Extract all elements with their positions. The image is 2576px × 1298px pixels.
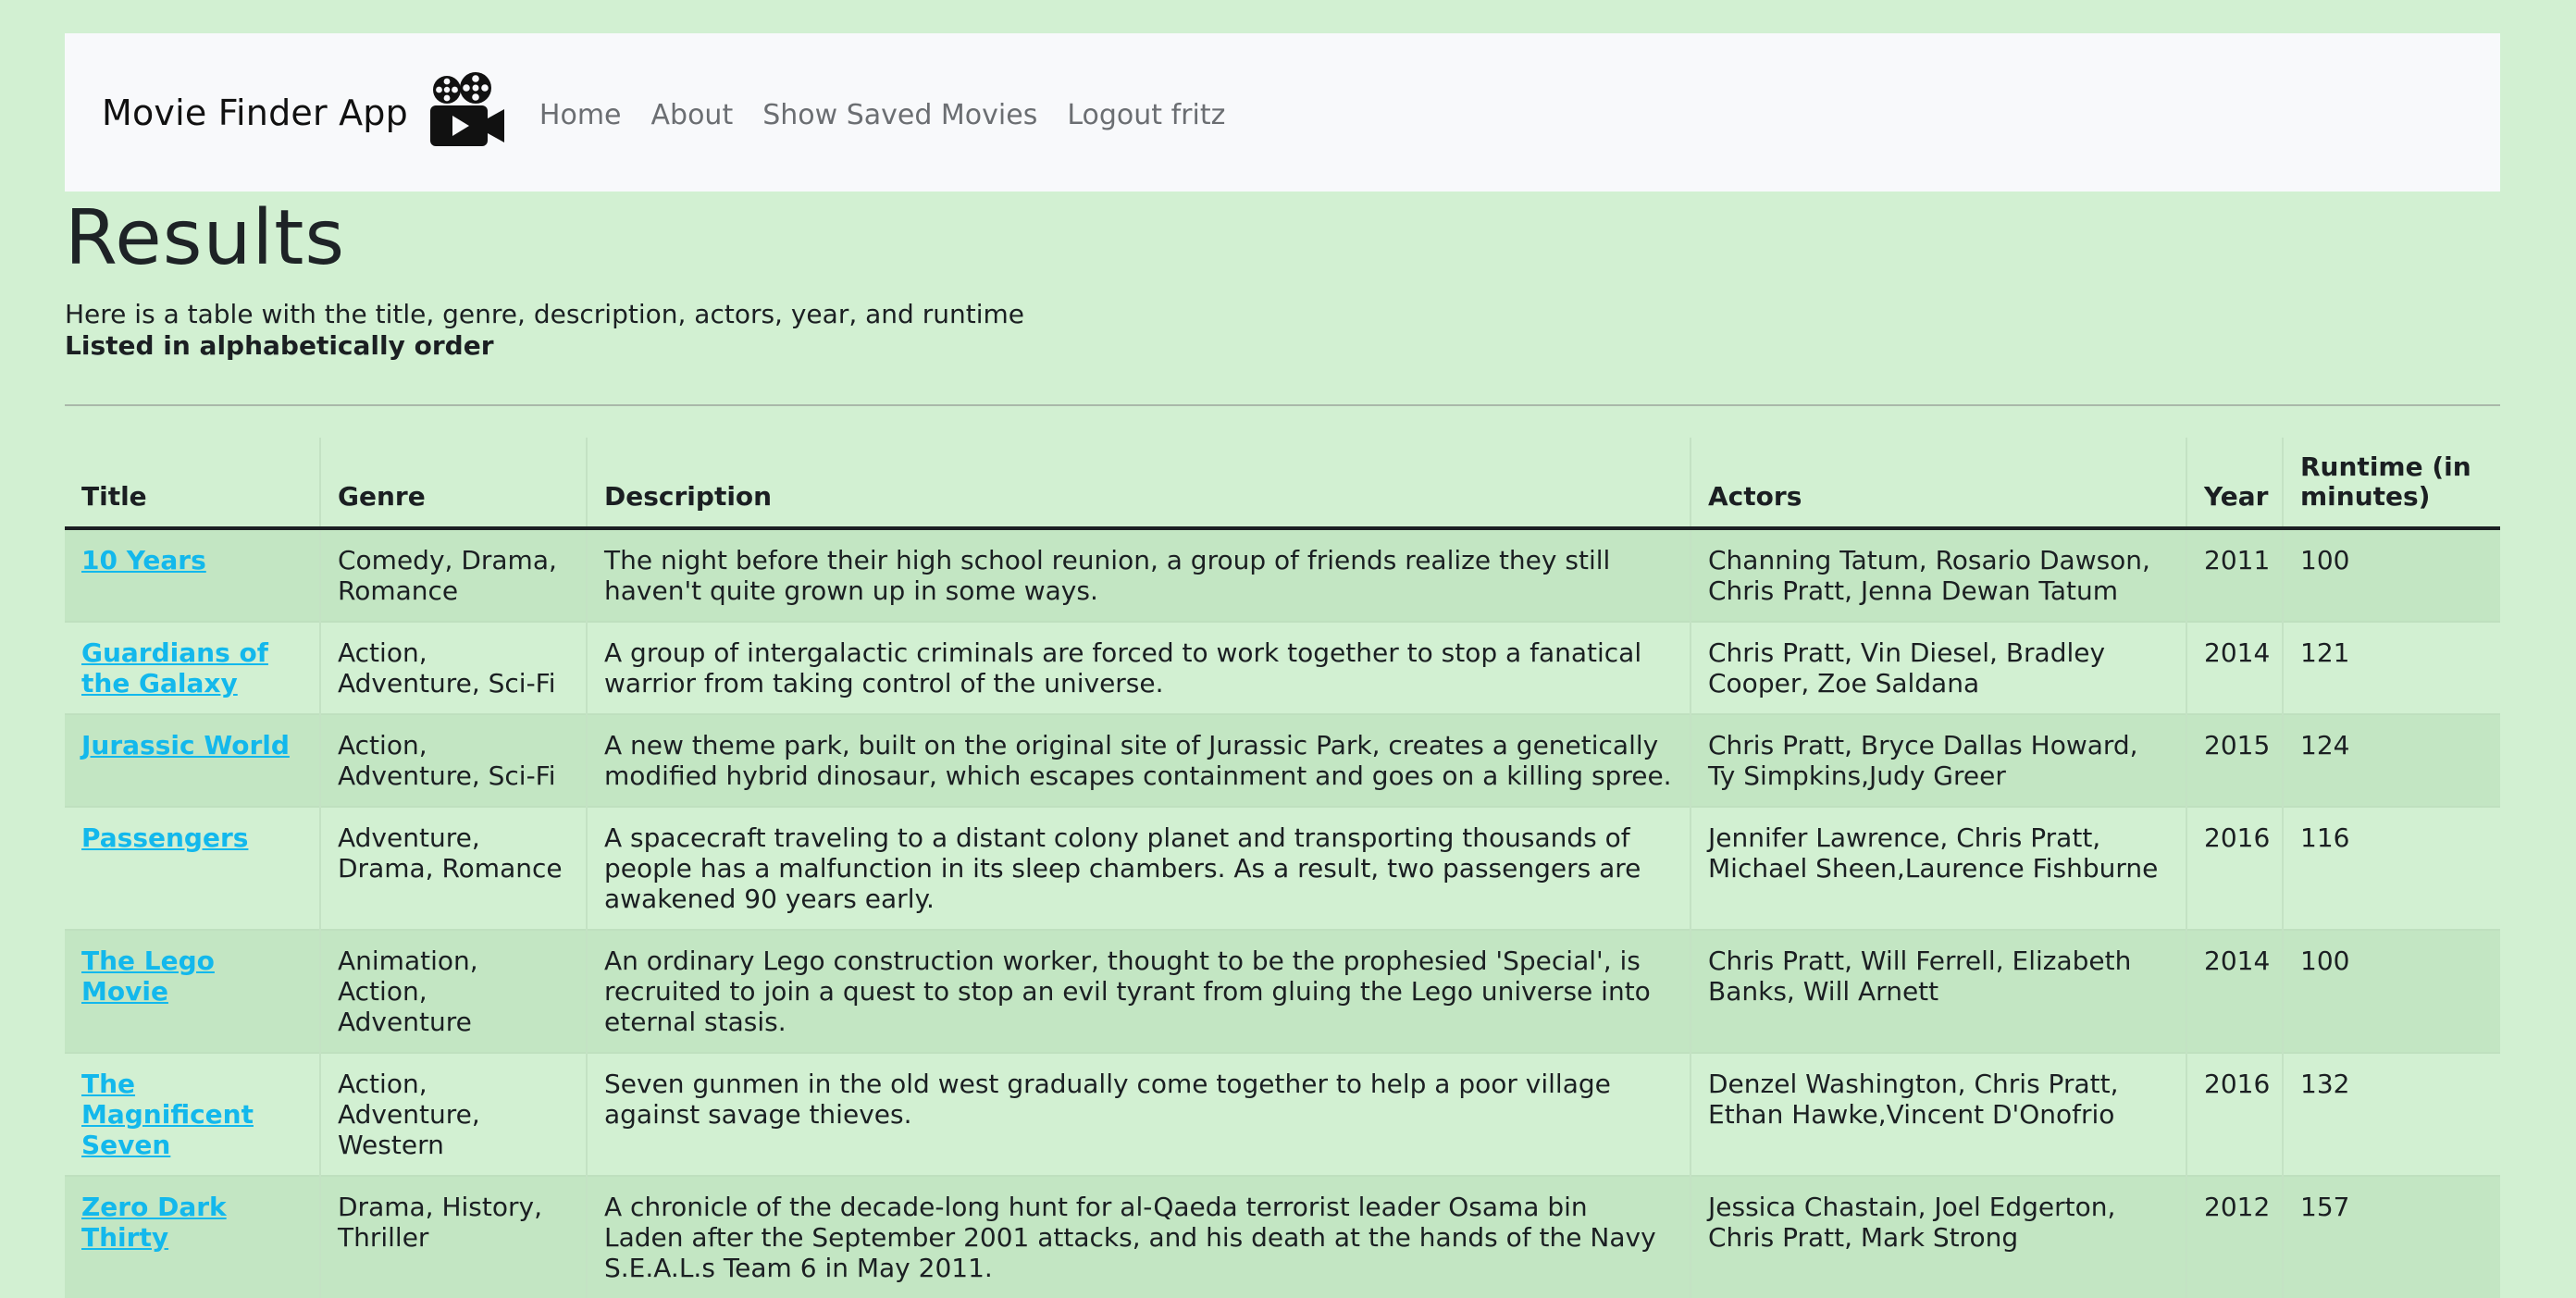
cell-actors: Denzel Washington, Chris Pratt, Ethan Ha… (1690, 1052, 2186, 1177)
header-genre: Genre (319, 438, 587, 531)
cell-year: 2016 (2186, 1052, 2283, 1177)
cell-runtime: 157 (2282, 1175, 2500, 1298)
cell-description: A new theme park, built on the original … (586, 713, 1690, 808)
table-row: Zero Dark Thirty Drama, History, Thrille… (65, 1175, 2500, 1298)
cell-description: The night before their high school reuni… (586, 527, 1690, 623)
table-header-row: Title Genre Description Actors Year Runt… (65, 438, 2500, 531)
table-row: Passengers Adventure, Drama, Romance A s… (65, 806, 2500, 931)
cell-description: Seven gunmen in the old west gradually c… (586, 1052, 1690, 1177)
cell-genre: Adventure, Drama, Romance (319, 806, 587, 931)
cell-description: An ordinary Lego construction worker, th… (586, 929, 1690, 1054)
header-actors: Actors (1690, 438, 2186, 531)
cell-title: The Magnificent Seven (65, 1052, 320, 1177)
cell-actors: Chris Pratt, Will Ferrell, Elizabeth Ban… (1690, 929, 2186, 1054)
cell-runtime: 132 (2282, 1052, 2500, 1177)
cell-title: 10 Years (65, 527, 320, 623)
cell-title: Zero Dark Thirty (65, 1175, 320, 1298)
nav-links: Home About Show Saved Movies Logout frit… (539, 99, 1236, 131)
table-row: Guardians of the Galaxy Action, Adventur… (65, 621, 2500, 715)
page-container: Movie Finder App Home About Show Saved M… (65, 33, 2500, 1298)
header-year: Year (2186, 438, 2283, 531)
cell-actors: Chris Pratt, Vin Diesel, Bradley Cooper,… (1690, 621, 2186, 715)
brand-name[interactable]: Movie Finder App (102, 93, 408, 133)
table-row: Jurassic World Action, Adventure, Sci-Fi… (65, 713, 2500, 808)
intro-order-note: Listed in alphabetically order (65, 330, 494, 362)
movie-title-link[interactable]: The Magnificent Seven (81, 1069, 254, 1160)
movie-title-link[interactable]: Guardians of the Galaxy (81, 637, 268, 698)
cell-genre: Comedy, Drama, Romance (319, 527, 587, 623)
cell-runtime: 116 (2282, 806, 2500, 931)
cell-runtime: 124 (2282, 713, 2500, 808)
nav-about-link[interactable]: About (651, 99, 734, 131)
table-row: The Magnificent Seven Action, Adventure,… (65, 1052, 2500, 1177)
intro-text: Here is a table with the title, genre, d… (65, 299, 2500, 362)
cell-genre: Action, Adventure, Sci-Fi (319, 621, 587, 715)
cell-description: A group of intergalactic criminals are f… (586, 621, 1690, 715)
movie-camera-icon (429, 71, 504, 146)
results-table: Title Genre Description Actors Year Runt… (65, 438, 2500, 1298)
page-title: Results (65, 194, 346, 282)
cell-year: 2016 (2186, 806, 2283, 931)
cell-actors: Channing Tatum, Rosario Dawson, Chris Pr… (1690, 527, 2186, 623)
cell-runtime: 100 (2282, 527, 2500, 623)
cell-genre: Action, Adventure, Western (319, 1052, 587, 1177)
movie-title-link[interactable]: Jurassic World (81, 730, 290, 760)
cell-title: Jurassic World (65, 713, 320, 808)
cell-actors: Chris Pratt, Bryce Dallas Howard, Ty Sim… (1690, 713, 2186, 808)
cell-genre: Action, Adventure, Sci-Fi (319, 713, 587, 808)
table-row: The Lego Movie Animation, Action, Advent… (65, 929, 2500, 1054)
cell-description: A spacecraft traveling to a distant colo… (586, 806, 1690, 931)
cell-year: 2014 (2186, 621, 2283, 715)
cell-year: 2015 (2186, 713, 2283, 808)
brand[interactable]: Movie Finder App (102, 71, 506, 150)
cell-genre: Drama, History, Thriller (319, 1175, 587, 1298)
table-row: 10 Years Comedy, Drama, Romance The nigh… (65, 527, 2500, 623)
movie-title-link[interactable]: Zero Dark Thirty (81, 1192, 227, 1253)
cell-year: 2012 (2186, 1175, 2283, 1298)
cell-runtime: 100 (2282, 929, 2500, 1054)
intro-line: Here is a table with the title, genre, d… (65, 299, 1024, 330)
nav-saved-movies-link[interactable]: Show Saved Movies (762, 99, 1037, 131)
nav-home-link[interactable]: Home (539, 99, 622, 131)
header-runtime: Runtime (in minutes) (2282, 438, 2500, 531)
cell-genre: Animation, Action, Adventure (319, 929, 587, 1054)
cell-actors: Jennifer Lawrence, Chris Pratt, Michael … (1690, 806, 2186, 931)
cell-title: The Lego Movie (65, 929, 320, 1054)
cell-description: A chronicle of the decade-long hunt for … (586, 1175, 1690, 1298)
movie-title-link[interactable]: 10 Years (81, 545, 206, 575)
header-description: Description (586, 438, 1690, 531)
cell-title: Guardians of the Galaxy (65, 621, 320, 715)
navbar: Movie Finder App Home About Show Saved M… (65, 33, 2500, 192)
cell-runtime: 121 (2282, 621, 2500, 715)
nav-logout-link[interactable]: Logout fritz (1067, 99, 1225, 131)
cell-year: 2014 (2186, 929, 2283, 1054)
cell-actors: Jessica Chastain, Joel Edgerton, Chris P… (1690, 1175, 2186, 1298)
movie-title-link[interactable]: The Lego Movie (81, 946, 215, 1007)
divider (65, 404, 2500, 407)
header-title: Title (65, 438, 320, 531)
movie-title-link[interactable]: Passengers (81, 822, 248, 853)
cell-year: 2011 (2186, 527, 2283, 623)
cell-title: Passengers (65, 806, 320, 931)
